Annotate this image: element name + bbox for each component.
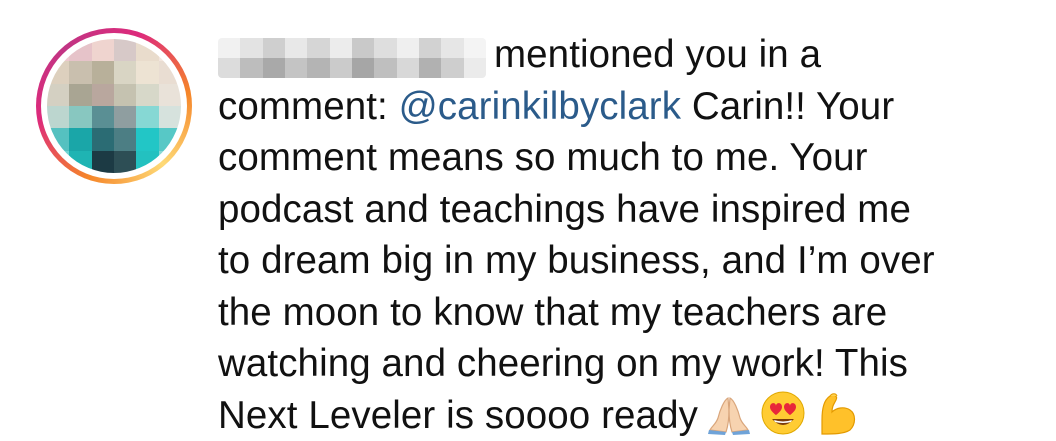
heart-eyes-emoji [760, 390, 806, 436]
message-line-4: podcast and teachings have inspired me [218, 184, 1018, 236]
message-line-6: the moon to know that my teachers are [218, 287, 1018, 339]
story-ring[interactable] [36, 28, 192, 184]
folded-hands-emoji [706, 390, 752, 436]
action-text: mentioned you in a [494, 33, 821, 76]
message-line-7: watching and cheering on my work! This [218, 338, 1018, 390]
message-line-1: mentioned you in a [218, 29, 1018, 81]
flexed-biceps-emoji [814, 390, 860, 436]
message-line-5: to dream big in my business, and I’m ove… [218, 235, 1018, 287]
message-line-2: comment: @carinkilbyclark Carin!! Your [218, 81, 1018, 133]
message-line-3: comment means so much to me. Your [218, 132, 1018, 184]
profile-avatar[interactable] [47, 39, 181, 173]
message-line-8: Next Leveler is soooo ready [218, 390, 1018, 441]
mention-notification[interactable]: mentioned you in a comment: @carinkilbyc… [0, 0, 1056, 425]
mention-link[interactable]: @carinkilbyclark [399, 85, 681, 128]
notification-message: mentioned you in a comment: @carinkilbyc… [218, 29, 1018, 441]
